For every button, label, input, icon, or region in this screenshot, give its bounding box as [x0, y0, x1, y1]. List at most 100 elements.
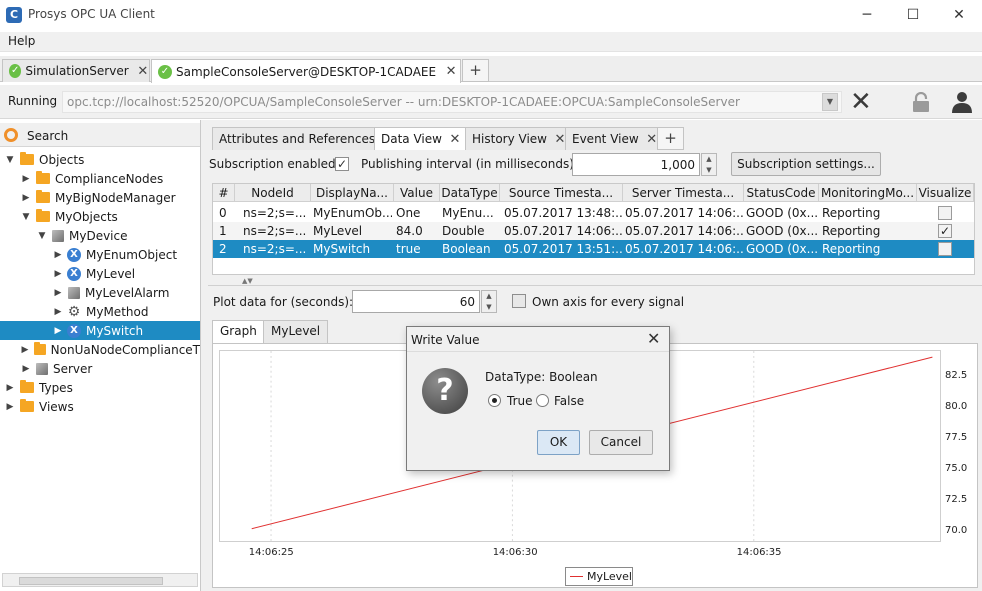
collapse-icon[interactable]: ▼	[36, 231, 48, 241]
add-view-tab-button[interactable]: +	[657, 127, 684, 150]
expand-icon[interactable]: ▶	[20, 174, 32, 184]
tab-attributes-references[interactable]: Attributes and References	[212, 127, 383, 150]
tree-item-myobjects[interactable]: ▼ MyObjects	[0, 207, 200, 226]
column-header[interactable]: Visualize	[917, 184, 974, 202]
tab-sample-console-server[interactable]: ✓ SampleConsoleServer@DESKTOP-1CADAEE ✕	[151, 59, 461, 83]
tree-item-nonuanodecompliance[interactable]: ▶ NonUaNodeComplianceT	[0, 340, 200, 359]
visualize-checkbox[interactable]	[938, 206, 952, 220]
expand-icon[interactable]: ▶	[52, 269, 64, 279]
true-radio[interactable]	[488, 394, 501, 407]
minimize-button[interactable]: ─	[844, 0, 890, 30]
expand-icon[interactable]: ▶	[52, 250, 64, 260]
publishing-interval-input[interactable]: 1,000	[572, 153, 700, 176]
expand-icon[interactable]: ▶	[52, 307, 64, 317]
cancel-button[interactable]: Cancel	[589, 430, 653, 455]
expand-icon[interactable]: ▶	[20, 345, 30, 355]
dialog-close-icon[interactable]: ✕	[647, 329, 660, 348]
tab-data-view[interactable]: Data View ✕	[374, 127, 469, 150]
subscription-enabled-checkbox[interactable]: ✓	[335, 157, 349, 171]
y-tick-label: 80.0	[945, 400, 968, 412]
true-label[interactable]: True	[507, 394, 533, 408]
ok-button[interactable]: OK	[537, 430, 580, 455]
add-server-tab-button[interactable]: +	[462, 59, 489, 82]
collapse-icon[interactable]: ▼	[4, 155, 16, 165]
tree-item-mydevice[interactable]: ▼ MyDevice	[0, 226, 200, 245]
expand-icon[interactable]: ▶	[52, 326, 64, 336]
publishing-interval-stepper[interactable]: ▲ ▼	[701, 153, 717, 176]
cell-displayname: MySwitch	[313, 242, 371, 256]
expand-icon[interactable]: ▶	[4, 383, 16, 393]
column-header[interactable]: DataType	[440, 184, 500, 202]
close-tab-icon[interactable]: ✕	[444, 64, 458, 79]
menu-help[interactable]: Help	[8, 34, 35, 48]
search-bar[interactable]: Search	[0, 123, 200, 147]
tab-mylevel[interactable]: MyLevel	[263, 320, 329, 343]
table-row[interactable]: 2 ns=2;s=... MySwitch true Boolean 05.07…	[213, 240, 974, 258]
tree-item-myenumobject[interactable]: ▶ X MyEnumObject	[0, 245, 200, 264]
column-header[interactable]: Source Timesta...	[500, 184, 623, 202]
tree-item-mymethod[interactable]: ▶ ⚙ MyMethod	[0, 302, 200, 321]
column-header[interactable]: MonitoringMo...	[819, 184, 917, 202]
tree-item-mylevelalarm[interactable]: ▶ MyLevelAlarm	[0, 283, 200, 302]
tab-label: Data View	[381, 132, 442, 146]
disconnect-icon[interactable]: ✕	[850, 89, 872, 115]
column-header[interactable]: NodeId	[235, 184, 311, 202]
plot-seconds-stepper[interactable]: ▲ ▼	[481, 290, 497, 313]
column-header[interactable]: StatusCode	[744, 184, 819, 202]
tree-item-label: MyLevelAlarm	[85, 285, 170, 300]
column-header[interactable]: Server Timesta...	[623, 184, 744, 202]
table-row[interactable]: 0 ns=2;s=... MyEnumOb... One MyEnu... 05…	[213, 204, 974, 222]
y-tick-label: 70.0	[945, 524, 968, 536]
close-tab-icon[interactable]: ✕	[137, 64, 149, 79]
subscription-settings-button[interactable]: Subscription settings...	[731, 152, 881, 176]
visualize-checkbox[interactable]: ✓	[938, 224, 952, 238]
lock-icon[interactable]	[912, 92, 930, 112]
panel-splitter[interactable]	[201, 120, 208, 591]
close-window-button[interactable]: ✕	[936, 0, 982, 30]
x-tick-label: 14:06:25	[248, 547, 294, 558]
gear-icon: ⚙	[67, 303, 81, 320]
legend-label: MyLevel	[586, 570, 632, 583]
tree-item-mybignodemanager[interactable]: ▶ MyBigNodeManager	[0, 188, 200, 207]
tree-item-compliancenodes[interactable]: ▶ ComplianceNodes	[0, 169, 200, 188]
tree-item-objects[interactable]: ▼ Objects	[0, 150, 200, 169]
tab-event-view[interactable]: Event View ✕	[565, 127, 666, 150]
expand-icon[interactable]: ▶	[20, 193, 32, 203]
cell-server-timestamp: 05.07.2017 14:06:...	[625, 224, 744, 238]
expand-icon[interactable]: ▶	[52, 288, 64, 298]
own-axis-checkbox[interactable]	[512, 294, 526, 308]
false-radio[interactable]	[536, 394, 549, 407]
cell-server-timestamp: 05.07.2017 14:06:...	[625, 242, 744, 256]
tab-simulation-server[interactable]: ✓ SimulationServer ✕	[2, 59, 150, 82]
visualize-checkbox[interactable]	[938, 242, 952, 256]
cell-value: 84.0	[396, 224, 423, 238]
table-row[interactable]: 1 ns=2;s=... MyLevel 84.0 Double 05.07.2…	[213, 222, 974, 240]
tree-horizontal-scrollbar[interactable]	[2, 573, 198, 587]
expand-icon[interactable]: ▶	[20, 364, 32, 374]
user-icon[interactable]	[951, 91, 973, 113]
column-header[interactable]: Value	[394, 184, 440, 202]
tab-history-view[interactable]: History View ✕	[465, 127, 574, 150]
tree-item-mylevel[interactable]: ▶ X MyLevel	[0, 264, 200, 283]
tree-item-myswitch[interactable]: ▶ X MySwitch	[0, 321, 200, 340]
tree-item-views[interactable]: ▶ Views	[0, 397, 200, 416]
tree-item-server[interactable]: ▶ Server	[0, 359, 200, 378]
folder-icon	[20, 399, 34, 412]
legend-swatch	[570, 576, 583, 577]
tree-item-types[interactable]: ▶ Types	[0, 378, 200, 397]
search-label[interactable]: Search	[27, 129, 68, 143]
plot-seconds-input[interactable]: 60	[352, 290, 480, 313]
column-header[interactable]: #	[213, 184, 235, 202]
tab-graph[interactable]: Graph	[212, 320, 265, 343]
maximize-button[interactable]: ☐	[890, 0, 936, 30]
collapse-icon[interactable]: ▼	[20, 212, 32, 222]
false-label[interactable]: False	[554, 394, 584, 408]
horizontal-splitter[interactable]: ▲▼	[208, 277, 982, 286]
scrollbar-thumb[interactable]	[19, 577, 163, 585]
column-header[interactable]: DisplayNa...	[311, 184, 394, 202]
splitter-arrows-icon[interactable]: ▲▼	[242, 277, 253, 285]
close-tab-icon[interactable]: ✕	[448, 132, 462, 147]
server-address-field[interactable]: opc.tcp://localhost:52520/OPCUA/SampleCo…	[62, 91, 842, 113]
address-dropdown-button[interactable]: ▼	[822, 93, 838, 111]
expand-icon[interactable]: ▶	[4, 402, 16, 412]
